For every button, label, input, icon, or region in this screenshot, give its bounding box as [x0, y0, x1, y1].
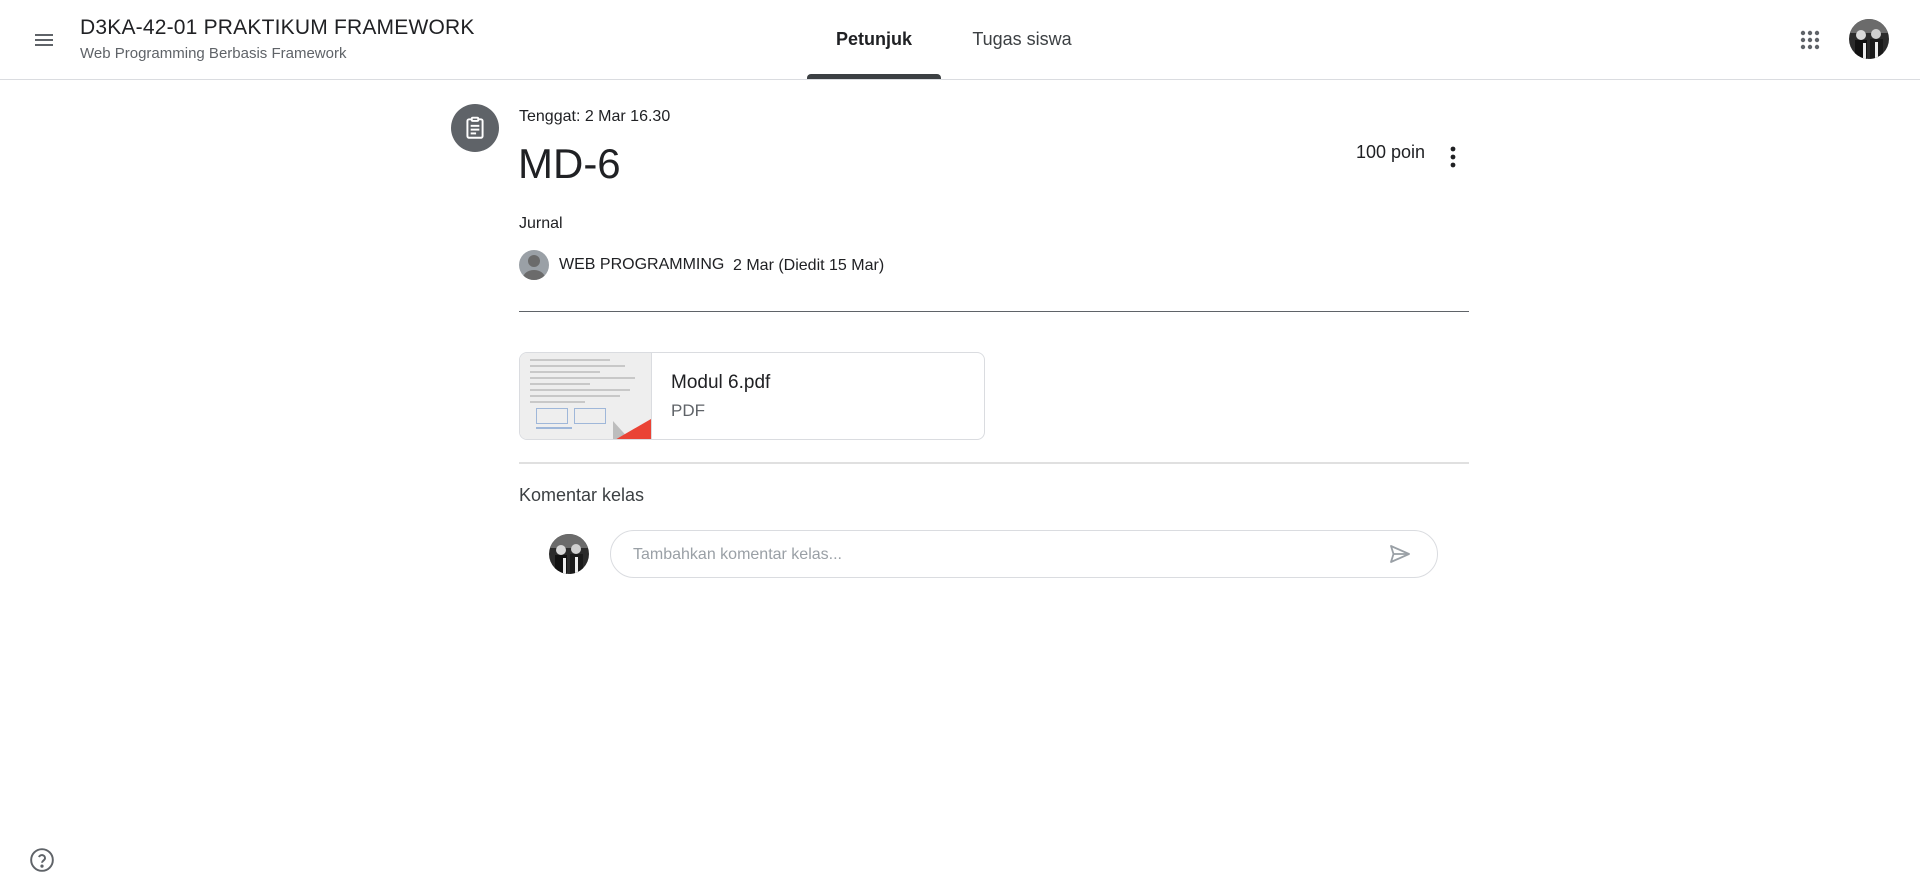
send-icon[interactable] — [1387, 541, 1413, 567]
pdf-icon — [613, 419, 651, 439]
active-tab-indicator — [807, 74, 941, 79]
header-divider — [519, 311, 1469, 312]
help-icon[interactable] — [28, 846, 56, 874]
attachment-card[interactable]: Modul 6.pdf PDF — [519, 352, 985, 440]
google-apps-grid-icon[interactable] — [1790, 20, 1830, 60]
attachment-name[interactable]: Modul 6.pdf — [671, 372, 770, 394]
assignment-clipboard-icon — [451, 104, 499, 152]
pdf-thumbnail — [520, 353, 652, 439]
posted-date: 2 Mar (Diedit 15 Mar) — [733, 257, 885, 274]
account-avatar[interactable] — [1849, 19, 1889, 59]
hamburger-menu-icon[interactable] — [26, 22, 62, 58]
author-avatar — [519, 250, 549, 280]
top-app-bar: D3KA-42-01 PRAKTIKUM FRAMEWORK Web Progr… — [0, 0, 1920, 80]
class-comment-input[interactable] — [631, 531, 1375, 579]
points: 100 poin — [1356, 142, 1426, 162]
class-comments-title: Komentar kelas — [519, 485, 645, 505]
class-title[interactable]: D3KA-42-01 PRAKTIKUM FRAMEWORK — [80, 16, 475, 40]
topic-label: Jurnal — [519, 215, 563, 232]
due-date: Tenggat: 2 Mar 16.30 — [519, 108, 671, 125]
assignment-title: MD-6 — [518, 140, 621, 187]
tab-petunjuk[interactable]: Petunjuk — [807, 0, 941, 79]
comment-box — [610, 530, 1438, 579]
attachment-divider — [519, 462, 1469, 464]
more-options-icon[interactable] — [1441, 140, 1465, 174]
class-subtitle: Web Programming Berbasis Framework — [80, 45, 347, 62]
commenter-avatar — [549, 534, 589, 574]
attachment-type: PDF — [671, 401, 705, 420]
tab-tugas-siswa[interactable]: Tugas siswa — [941, 0, 1103, 79]
author-name: WEB PROGRAMMING — [559, 256, 725, 273]
